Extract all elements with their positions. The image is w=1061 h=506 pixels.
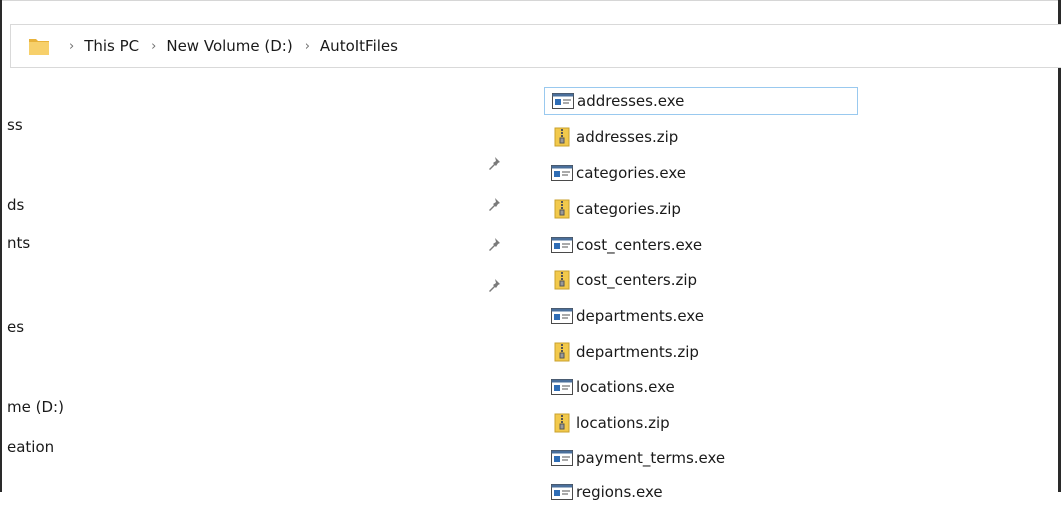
- chevron-right-icon[interactable]: ›: [69, 39, 74, 54]
- pin-icon[interactable]: [486, 196, 502, 212]
- zip-file-icon: [550, 127, 574, 147]
- folder-icon: [29, 39, 49, 55]
- breadcrumb-autoitfiles[interactable]: AutoItFiles: [320, 37, 398, 55]
- nav-item-new-volume[interactable]: me (D:): [7, 398, 64, 416]
- nav-item-pictures[interactable]: es: [7, 318, 24, 336]
- zip-file-icon: [550, 199, 574, 219]
- file-item[interactable]: regions.exe: [544, 478, 663, 506]
- file-name: categories.zip: [576, 200, 681, 218]
- file-name: cost_centers.exe: [576, 236, 703, 254]
- exe-file-icon: [550, 377, 574, 397]
- file-item[interactable]: cost_centers.exe: [544, 231, 702, 259]
- exe-file-icon: [550, 306, 574, 326]
- pin-icon[interactable]: [486, 155, 502, 171]
- nav-item-quick-access[interactable]: ss: [7, 116, 23, 134]
- file-item[interactable]: categories.zip: [544, 195, 681, 223]
- file-item[interactable]: addresses.zip: [544, 123, 678, 151]
- file-name: regions.exe: [576, 483, 663, 501]
- pin-icon[interactable]: [486, 236, 502, 252]
- nav-item-downloads[interactable]: ds: [7, 196, 24, 214]
- file-name: locations.exe: [576, 378, 675, 396]
- file-name: addresses.exe: [577, 92, 685, 110]
- file-item[interactable]: departments.zip: [544, 338, 699, 366]
- window-left-border: [0, 0, 2, 492]
- file-name: locations.zip: [576, 414, 670, 432]
- chevron-right-icon[interactable]: ›: [151, 39, 156, 54]
- pin-icon[interactable]: [486, 277, 502, 293]
- file-item[interactable]: payment_terms.exe: [544, 444, 725, 472]
- file-item[interactable]: locations.zip: [544, 409, 670, 437]
- chevron-right-icon[interactable]: ›: [305, 39, 310, 54]
- exe-file-icon: [550, 163, 574, 183]
- window-top-border: [0, 0, 1061, 1]
- file-item[interactable]: cost_centers.zip: [544, 266, 697, 294]
- file-item[interactable]: categories.exe: [544, 159, 686, 187]
- file-name: departments.exe: [576, 307, 704, 325]
- exe-file-icon: [550, 235, 574, 255]
- exe-file-icon: [551, 91, 575, 111]
- zip-file-icon: [550, 342, 574, 362]
- zip-file-icon: [550, 413, 574, 433]
- file-item[interactable]: locations.exe: [544, 373, 675, 401]
- file-name: departments.zip: [576, 343, 699, 361]
- file-name: cost_centers.zip: [576, 271, 698, 289]
- file-name: categories.exe: [576, 164, 687, 182]
- file-item[interactable]: addresses.exe: [544, 87, 858, 115]
- nav-item-documents[interactable]: nts: [7, 234, 30, 252]
- breadcrumb-new-volume[interactable]: New Volume (D:): [166, 37, 292, 55]
- zip-file-icon: [550, 270, 574, 290]
- nav-item-creation[interactable]: eation: [7, 438, 54, 456]
- breadcrumb-this-pc[interactable]: This PC: [84, 37, 139, 55]
- file-name: payment_terms.exe: [576, 449, 726, 467]
- exe-file-icon: [550, 482, 574, 502]
- file-name: addresses.zip: [576, 128, 679, 146]
- address-bar[interactable]: › This PC › New Volume (D:) › AutoItFile…: [10, 24, 1061, 68]
- exe-file-icon: [550, 448, 574, 468]
- file-item[interactable]: departments.exe: [544, 302, 704, 330]
- breadcrumb: › This PC › New Volume (D:) › AutoItFile…: [69, 25, 410, 67]
